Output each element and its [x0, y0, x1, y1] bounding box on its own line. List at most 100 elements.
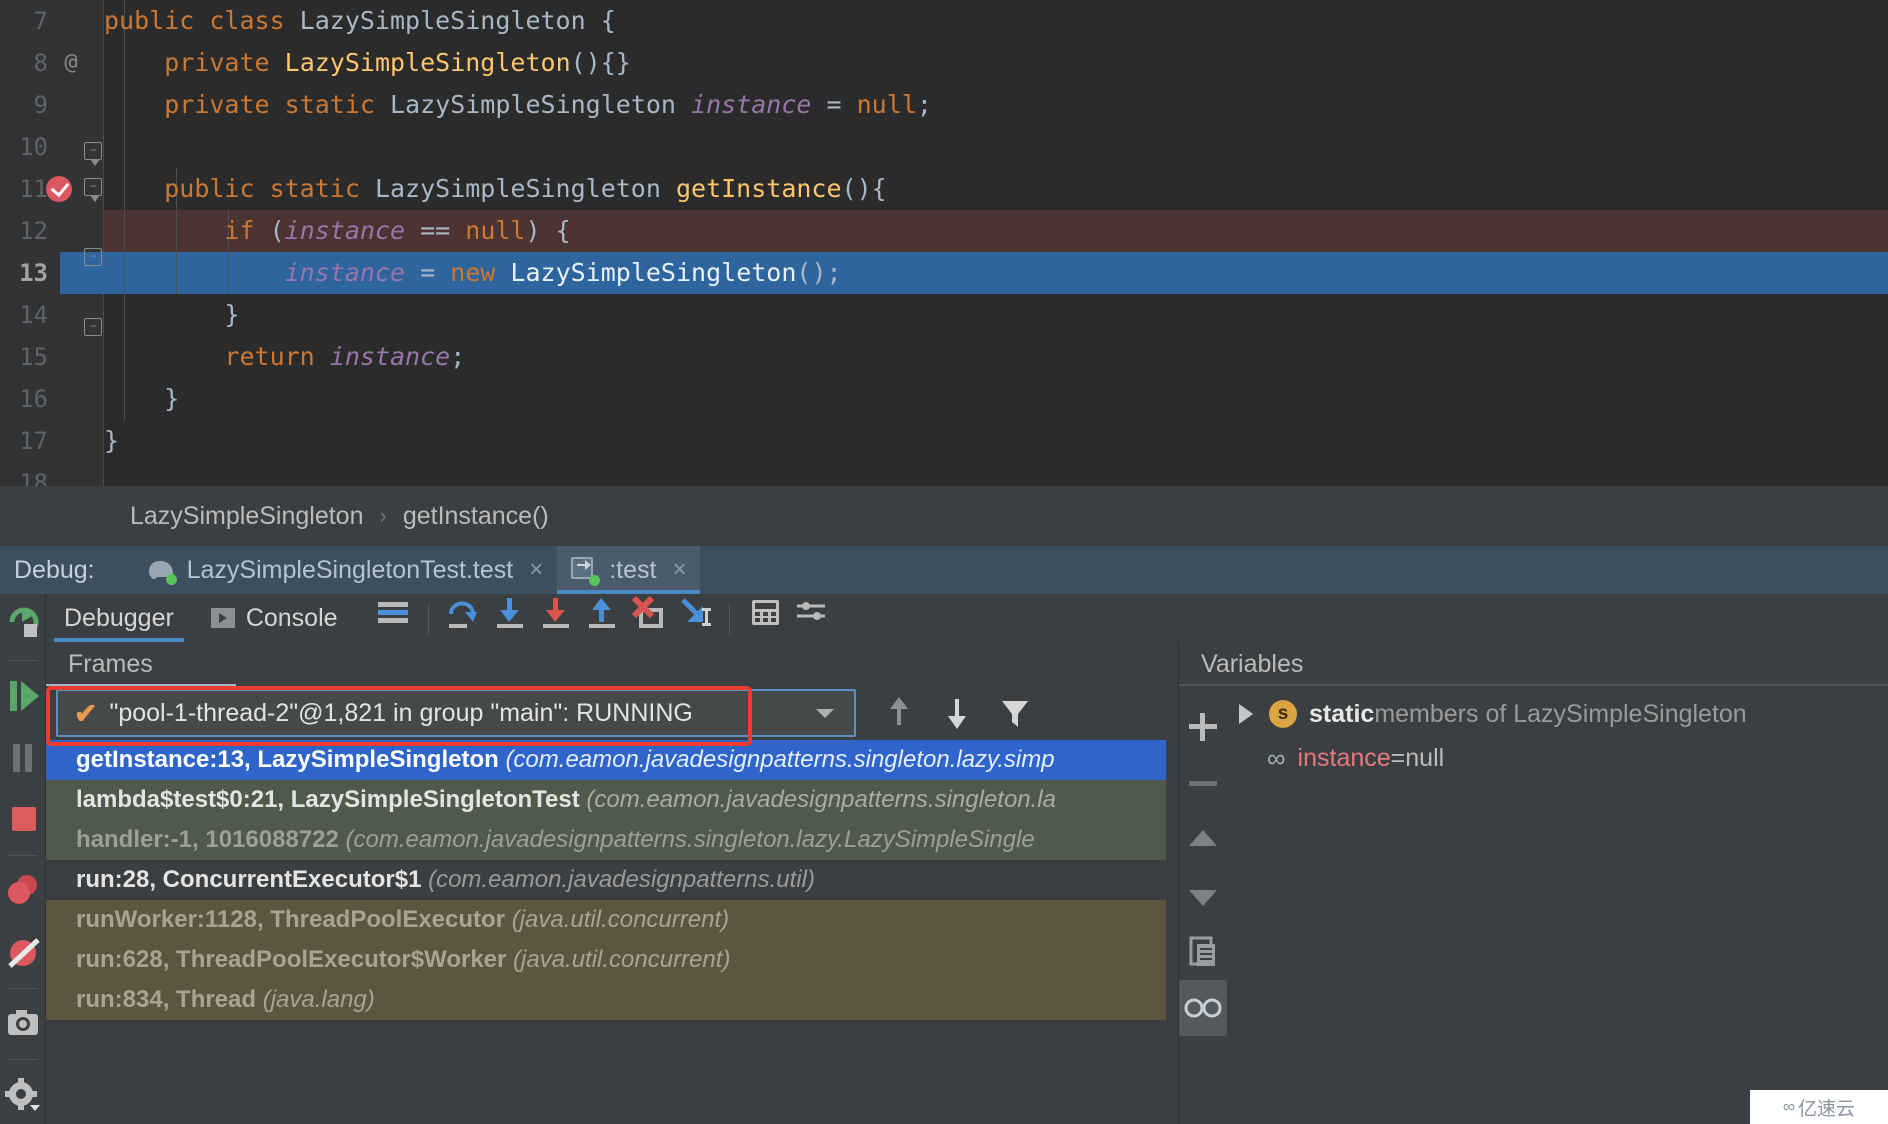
move-frame-up-button[interactable] — [870, 689, 928, 737]
code-token: (){} — [570, 48, 631, 77]
code-line[interactable]: 11 public static LazySimpleSingleton get… — [0, 168, 1888, 210]
filter-frames-button[interactable] — [986, 689, 1044, 737]
code-editor[interactable]: − − − − 7 public class LazySimpleSingleto… — [0, 0, 1888, 497]
inspect-button[interactable] — [1179, 980, 1227, 1036]
code-line[interactable]: 13 instance = new LazySimpleSingleton(); — [0, 252, 1888, 294]
frame-row[interactable]: getInstance:13, LazySimpleSingleton (com… — [46, 740, 1178, 780]
view-breakpoints-button[interactable] — [0, 860, 46, 922]
frames-scrollbar[interactable] — [1166, 740, 1178, 1124]
close-icon[interactable]: × — [529, 556, 543, 584]
debug-actions-rail — [0, 594, 46, 1124]
code-token: public static — [164, 174, 375, 203]
frame-row[interactable]: lambda$test$0:21, LazySimpleSingletonTes… — [46, 780, 1178, 820]
code-lines: 7 public class LazySimpleSingleton {8 @ pr… — [0, 0, 1888, 504]
run-to-cursor-button[interactable] — [671, 590, 717, 638]
code-token: LazySimpleSingleton — [299, 6, 601, 35]
variable-row-static-members[interactable]: s static members of LazySimpleSingleton — [1227, 692, 1888, 736]
code-line[interactable]: 8 @ private LazySimpleSingleton(){} — [0, 42, 1888, 84]
chevron-down-icon[interactable] — [796, 691, 854, 735]
force-step-into-button[interactable] — [533, 590, 579, 638]
resume-program-button[interactable] — [0, 665, 46, 727]
rerun-button[interactable] — [0, 594, 46, 656]
line-number: 12 — [19, 217, 48, 245]
drop-frame-icon — [631, 595, 663, 628]
gear-icon — [5, 1078, 40, 1111]
rail-divider — [7, 855, 38, 856]
variables-tree[interactable]: s static members of LazySimpleSingleton … — [1227, 692, 1888, 780]
code-token: instance — [329, 342, 451, 371]
code-line[interactable]: 15 return instance; — [0, 336, 1888, 378]
gradle-elephant-icon — [148, 557, 177, 585]
line-number: 10 — [19, 133, 48, 161]
variable-row-instance[interactable]: ∞ instance = null — [1227, 736, 1888, 780]
code-token: new — [450, 258, 511, 287]
copy-value-button[interactable] — [1179, 924, 1227, 980]
thread-selector[interactable]: ✔ "pool-1-thread-2"@1,821 in group "main… — [56, 689, 856, 737]
close-icon[interactable]: × — [672, 556, 686, 584]
code-line[interactable]: 16 } — [0, 378, 1888, 420]
chevron-right-icon[interactable] — [1239, 704, 1253, 724]
code-token: null — [465, 216, 526, 245]
breadcrumb-class[interactable]: LazySimpleSingleton — [130, 502, 363, 531]
arrow-down-icon — [948, 699, 966, 729]
layout-settings-button[interactable] — [370, 590, 416, 638]
settings-toggle-button[interactable] — [788, 590, 834, 638]
debug-session-tab-gradle-test[interactable]: LazySimpleSingletonTest.test × — [135, 546, 558, 594]
variable-value: null — [1405, 743, 1445, 772]
code-line[interactable]: 17} — [0, 420, 1888, 462]
breadcrumb[interactable]: LazySimpleSingleton › getInstance() — [0, 486, 1888, 546]
resume-icon — [10, 681, 39, 711]
code-line-text: instance = new LazySimpleSingleton(); — [104, 252, 842, 294]
get-thread-dump-button[interactable] — [0, 993, 46, 1055]
frame-row[interactable]: run:28, ConcurrentExecutor$1 (com.eamon.… — [46, 860, 1178, 900]
frame-row[interactable]: run:834, Thread (java.lang) — [46, 980, 1178, 1020]
add-watch-button[interactable] — [1179, 700, 1227, 756]
step-out-button[interactable] — [579, 590, 625, 638]
step-over-button[interactable] — [441, 590, 487, 638]
code-line[interactable]: 9 private static LazySimpleSingleton ins… — [0, 84, 1888, 126]
tab-debugger[interactable]: Debugger — [46, 594, 192, 642]
frame-row[interactable]: handler:-1, 1016088722 (com.eamon.javade… — [46, 820, 1178, 860]
frame-row[interactable]: runWorker:1128, ThreadPoolExecutor (java… — [46, 900, 1178, 940]
frame-method: getInstance:13, LazySimpleSingleton — [76, 746, 506, 773]
debug-session-tab-test[interactable]: :test × — [557, 546, 701, 594]
pause-program-button[interactable] — [0, 727, 46, 789]
code-line[interactable]: 10 — [0, 126, 1888, 168]
code-line[interactable]: 7 public class LazySimpleSingleton { — [0, 0, 1888, 42]
line-number: 15 — [19, 343, 48, 371]
gutter-annotation-icon[interactable]: @ — [56, 42, 86, 84]
line-number: 7 — [33, 7, 48, 35]
frame-row[interactable]: run:628, ThreadPoolExecutor$Worker (java… — [46, 940, 1178, 980]
code-token: { — [600, 6, 616, 35]
tab-console[interactable]: Console — [192, 594, 356, 642]
session-tab-label: :test — [609, 555, 657, 584]
step-into-icon — [496, 598, 523, 628]
evaluate-expression-button[interactable] — [742, 590, 788, 638]
move-watch-up-button[interactable] — [1179, 812, 1227, 868]
frame-package: (com.eamon.javadesignpatterns.singleton.… — [345, 826, 1035, 853]
force-step-into-icon — [542, 598, 569, 628]
glasses-icon — [1184, 998, 1222, 1018]
code-line[interactable]: 14 } — [0, 294, 1888, 336]
mute-breakpoints-button[interactable] — [0, 922, 46, 984]
triangle-down-icon — [1189, 890, 1217, 906]
frame-method: run:28, ConcurrentExecutor$1 — [76, 866, 429, 893]
session-tab-label: LazySimpleSingletonTest.test — [186, 555, 514, 584]
code-token: (){ — [841, 174, 887, 203]
code-line[interactable]: 12 if (instance == null) { — [0, 210, 1888, 252]
frame-method: run:628, ThreadPoolExecutor$Worker — [76, 946, 514, 973]
frame-method: lambda$test$0:21, LazySimpleSingletonTes… — [76, 786, 587, 813]
move-watch-down-button[interactable] — [1179, 868, 1227, 924]
frames-list[interactable]: getInstance:13, LazySimpleSingleton (com… — [46, 740, 1178, 1124]
breadcrumb-method[interactable]: getInstance() — [403, 502, 549, 531]
stop-button[interactable] — [0, 789, 46, 851]
move-frame-down-button[interactable] — [928, 689, 986, 737]
drop-frame-button[interactable] — [625, 590, 671, 638]
remove-watch-button[interactable] — [1179, 756, 1227, 812]
step-into-button[interactable] — [487, 590, 533, 638]
code-line-text: public static LazySimpleSingleton getIns… — [104, 168, 887, 210]
settings-button[interactable] — [0, 1064, 46, 1124]
variables-toolbar — [1179, 686, 1227, 1124]
